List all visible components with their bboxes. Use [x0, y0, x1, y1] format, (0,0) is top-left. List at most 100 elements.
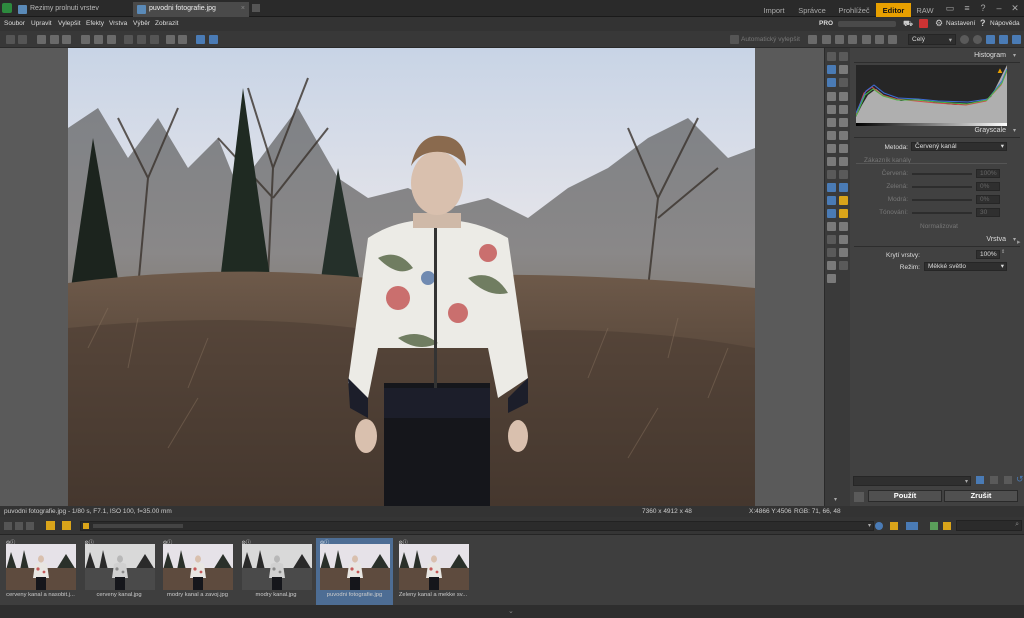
copy-icon[interactable]	[81, 35, 90, 44]
tool-icon[interactable]	[875, 35, 884, 44]
undo-icon[interactable]	[124, 35, 133, 44]
tool-icon[interactable]	[827, 274, 836, 283]
tool-icon[interactable]	[827, 248, 836, 257]
tint-value[interactable]: 30	[976, 208, 1000, 217]
tool-icon[interactable]	[827, 209, 836, 218]
thumbnail-item[interactable]: ⊙ⓘ cerveny kanal a nasobit.j...	[2, 538, 79, 605]
mode-prohlizec[interactable]: Prohlížeč	[833, 3, 875, 17]
hand-tool-icon[interactable]	[827, 78, 836, 87]
tool-icon[interactable]	[848, 35, 857, 44]
tool-icon[interactable]	[888, 35, 897, 44]
tool-icon[interactable]	[839, 248, 848, 257]
zoom-out-icon[interactable]	[973, 35, 982, 44]
tool-icon[interactable]	[839, 222, 848, 231]
blue-slider[interactable]	[912, 199, 972, 201]
zoom-fill-icon[interactable]	[1012, 35, 1021, 44]
notification-icon[interactable]	[919, 19, 928, 28]
fullscreen-icon[interactable]	[178, 35, 187, 44]
minimize-icon[interactable]: –	[994, 3, 1004, 13]
tool-icon[interactable]	[827, 170, 836, 179]
chevron-down-icon[interactable]: ⌄	[508, 607, 514, 615]
tool-icon[interactable]	[827, 222, 836, 231]
zoom-100-icon[interactable]	[999, 35, 1008, 44]
grid-icon[interactable]	[930, 522, 938, 530]
main-photo[interactable]	[68, 48, 755, 506]
compare-icon[interactable]	[854, 492, 864, 502]
thumbnail-item[interactable]: ⊙ⓘ modry kanal a zavoj.jpg	[159, 538, 236, 605]
forward-icon[interactable]	[15, 522, 23, 530]
cancel-button[interactable]: Zrušit	[944, 490, 1018, 502]
brush-tool-icon[interactable]	[827, 157, 836, 166]
account-email[interactable]	[838, 21, 896, 27]
settings-link[interactable]: Nastavení	[946, 20, 975, 27]
close-icon[interactable]: ×	[241, 5, 245, 12]
green-value[interactable]: 0%	[976, 182, 1000, 191]
auto-enhance-button[interactable]: Automatický vylepšit	[741, 36, 800, 43]
green-slider[interactable]	[912, 186, 972, 188]
tool-icon[interactable]	[839, 144, 848, 153]
close-window-icon[interactable]: ✕	[1010, 3, 1020, 13]
up-icon[interactable]	[26, 522, 34, 530]
tool-icon[interactable]	[839, 92, 848, 101]
tool-icon[interactable]	[839, 261, 848, 270]
search-input[interactable]: ⌕	[956, 520, 1022, 531]
copy-preset-icon[interactable]	[1004, 476, 1012, 484]
blue-value[interactable]: 0%	[976, 195, 1000, 204]
tool-icon[interactable]	[808, 35, 817, 44]
mode-editor[interactable]: Editor	[876, 3, 911, 17]
new-tab-icon[interactable]	[252, 4, 260, 12]
tool-icon[interactable]	[839, 131, 848, 140]
histogram-header[interactable]: Histogram ▾	[854, 52, 1020, 63]
tool-icon[interactable]	[827, 118, 836, 127]
thumbnail-item[interactable]: ⊙ⓘ cerveny kanal.jpg	[81, 538, 158, 605]
method-select[interactable]: Červený kanál ▾	[911, 142, 1007, 151]
tool-icon[interactable]	[827, 131, 836, 140]
redo-icon[interactable]	[137, 35, 146, 44]
help-link[interactable]: Nápověda	[990, 20, 1020, 27]
monitor-icon[interactable]: ▭	[945, 3, 955, 13]
zoom-in-icon[interactable]	[960, 35, 969, 44]
tool-icon[interactable]	[839, 170, 848, 179]
save-icon[interactable]	[50, 35, 59, 44]
folder-icon[interactable]	[943, 522, 951, 530]
opacity-value[interactable]: 100%	[976, 250, 1000, 259]
menu-soubor[interactable]: Soubor	[4, 20, 25, 27]
menu-vrstva[interactable]: Vrstva	[109, 20, 127, 27]
menu-icon[interactable]: ≡	[962, 3, 972, 13]
tool-icon[interactable]	[862, 35, 871, 44]
select-tool-icon[interactable]	[827, 65, 836, 74]
tool-icon[interactable]	[839, 235, 848, 244]
cart-icon[interactable]: ⛟	[903, 20, 913, 28]
red-slider[interactable]	[912, 173, 972, 175]
menu-efekty[interactable]: Efekty	[86, 20, 104, 27]
tool-icon[interactable]	[827, 92, 836, 101]
tab-rezimy[interactable]: Rezimy prolnuti vrstev	[14, 2, 130, 17]
folder-icon[interactable]	[46, 521, 55, 530]
menu-upravit[interactable]: Upravit	[31, 20, 52, 27]
delete-preset-icon[interactable]	[990, 476, 998, 484]
tint-slider[interactable]	[912, 212, 972, 214]
crop-icon[interactable]	[107, 35, 116, 44]
tool-icon[interactable]	[839, 118, 848, 127]
normalize-label[interactable]: Normalizovat	[920, 223, 958, 230]
tool-icon[interactable]	[827, 105, 836, 114]
sort-icon[interactable]	[906, 522, 918, 530]
tool-icon[interactable]	[839, 105, 848, 114]
app-logo-icon[interactable]	[2, 3, 12, 13]
stepper-icon[interactable]: ⇕	[1001, 249, 1005, 255]
mode-raw[interactable]: RAW	[912, 3, 938, 17]
view-single-icon[interactable]	[196, 35, 205, 44]
menu-vylepsit[interactable]: Vylepšit	[58, 20, 81, 27]
grayscale-header[interactable]: Grayscale ▾	[854, 127, 1020, 138]
tool-icon[interactable]	[827, 52, 836, 61]
menu-vyber[interactable]: Výběr	[133, 20, 150, 27]
panel-collapse-icon[interactable]: ▸	[1017, 238, 1021, 246]
menu-zobrazit[interactable]: Zobrazit	[155, 20, 178, 27]
tool-icon[interactable]	[839, 78, 848, 87]
tool-icon[interactable]	[839, 157, 848, 166]
zoom-select[interactable]: Celý ▾	[908, 34, 956, 45]
folder-icon[interactable]	[37, 35, 46, 44]
warning-icon[interactable]: ▲	[996, 66, 1004, 75]
tool-icon[interactable]	[835, 35, 844, 44]
forward-icon[interactable]	[18, 35, 27, 44]
